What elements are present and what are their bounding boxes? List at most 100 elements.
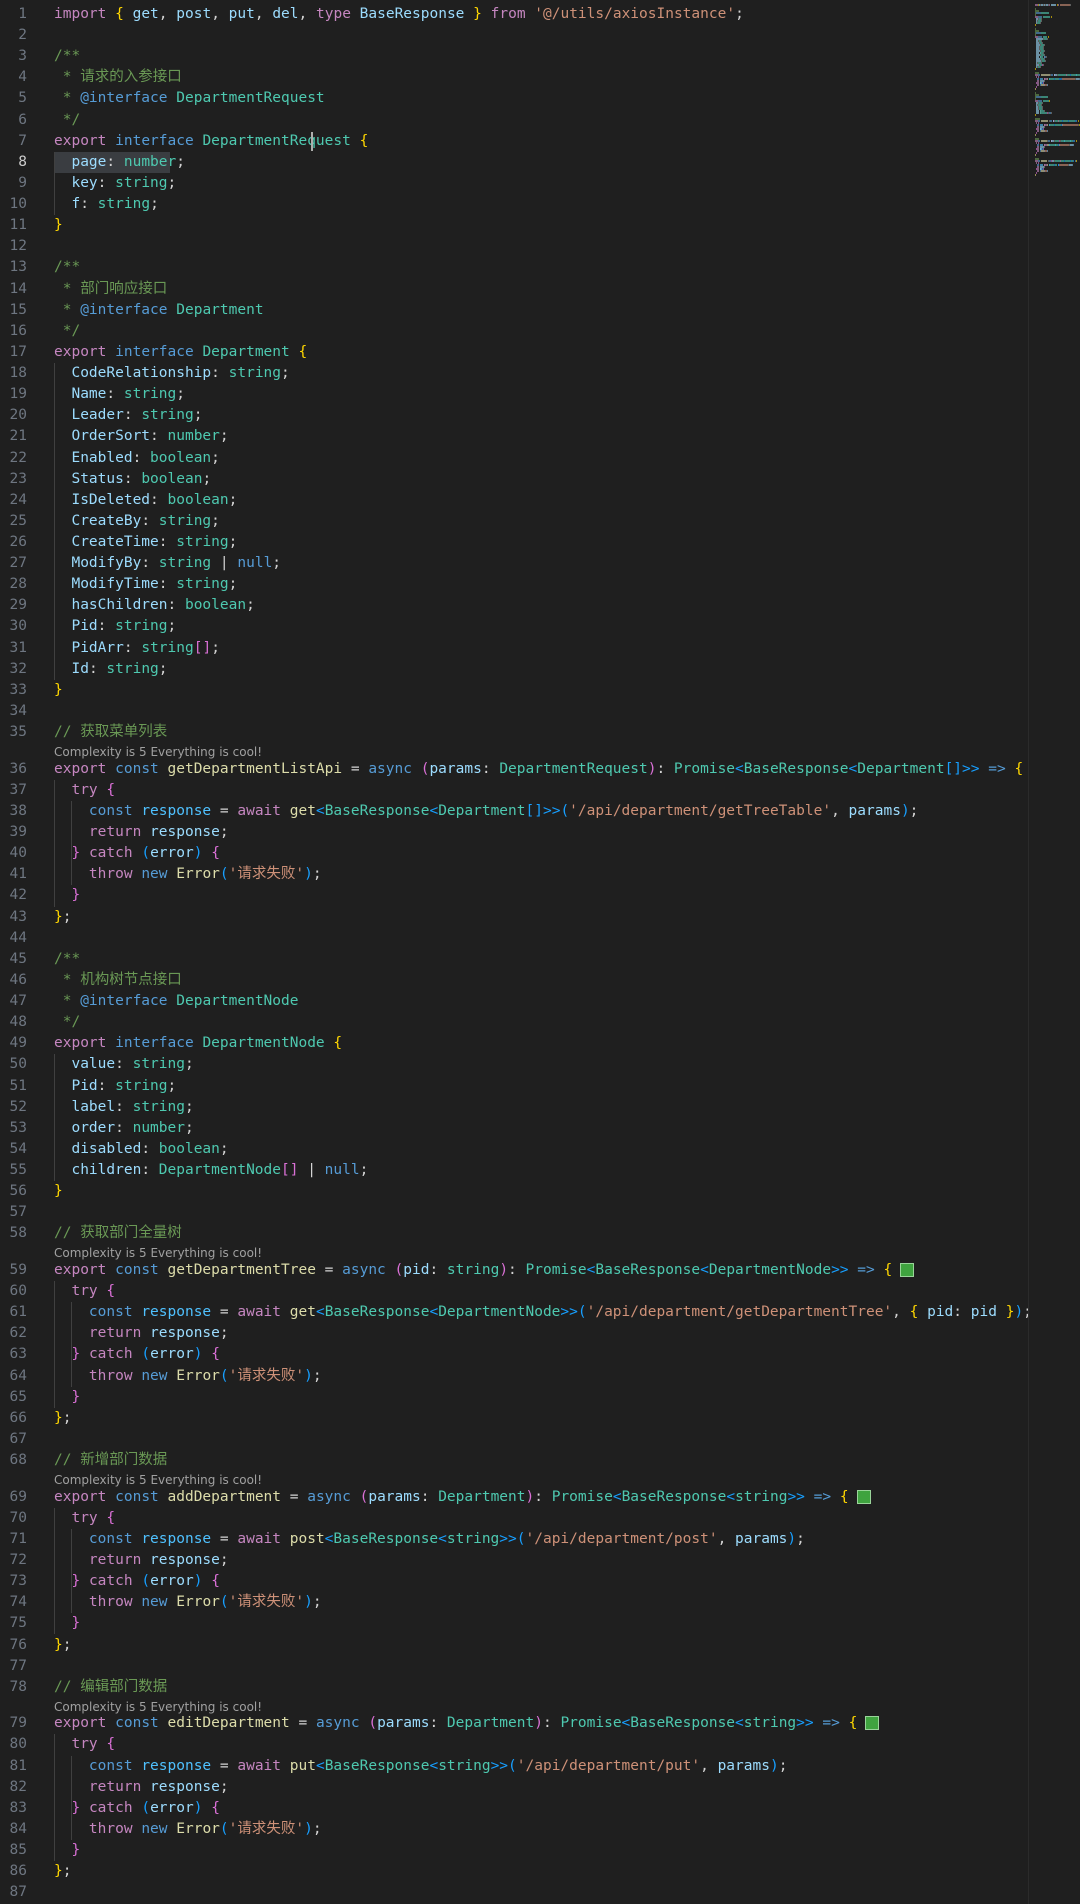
code-line[interactable]: 76}; [0,1635,1028,1656]
code-text[interactable]: export const addDepartment = async (para… [54,1487,849,1508]
code-text[interactable]: * 请求的入参接口 [54,67,182,88]
code-text[interactable]: value: string; [54,1054,193,1075]
code-line[interactable]: 80 try { [0,1734,1028,1755]
code-line[interactable]: 23 Status: boolean; [0,469,1028,490]
code-text[interactable]: Enabled: boolean; [54,448,219,469]
code-line[interactable]: 67 [0,1429,1028,1450]
code-line[interactable]: 3 /** [0,46,1028,67]
code-line[interactable]: 10 f: string; [0,194,1028,215]
code-text[interactable]: /** [54,257,80,278]
code-text[interactable]: } catch (error) { [54,1344,219,1365]
code-line[interactable]: 50 value: string; [0,1054,1028,1075]
code-line[interactable]: 86}; [0,1861,1028,1882]
code-text[interactable]: * @interface Department [54,300,264,321]
code-line[interactable]: 44 [0,928,1028,949]
code-text[interactable]: CreateBy: string; [54,511,219,532]
code-text[interactable]: const response = await post <BaseResponse… [54,1529,805,1550]
code-text[interactable]: return response; [54,822,229,843]
code-line[interactable]: 8 page: number; [0,151,1028,173]
code-line[interactable]: 6 */ [0,110,1028,131]
code-text[interactable]: ModifyTime: string; [54,574,237,595]
code-line[interactable]: 72 return response; [0,1550,1028,1571]
code-line[interactable]: 55 children: DepartmentNode[] | null; [0,1160,1028,1181]
code-line[interactable]: 11} [0,215,1028,236]
code-text[interactable]: CreateTime: string; [54,532,237,553]
code-line[interactable]: 37 try { [0,780,1028,801]
code-line[interactable]: 61 const response = await get<BaseRespon… [0,1302,1028,1323]
code-line[interactable]: 43}; [0,907,1028,928]
code-text[interactable]: const response = await get<BaseResponse<… [54,801,918,822]
code-line[interactable]: 1 import { get, post, put, del, type Base… [0,4,1028,25]
code-line[interactable]: 21 OrderSort: number; [0,426,1028,447]
code-line[interactable]: 69 export const addDepartment = async (pa… [0,1487,1028,1508]
code-line[interactable]: 15 * @interface Department [0,300,1028,321]
complexity-status-icon[interactable] [856,1489,871,1504]
code-text[interactable]: Pid: string; [54,616,176,637]
code-line[interactable]: 82 return response; [0,1777,1028,1798]
code-text[interactable]: }; [54,1635,71,1656]
code-line[interactable]: 13 /** [0,257,1028,278]
code-line[interactable]: 4 * 请求的入参接口 [0,67,1028,88]
code-text[interactable]: }; [54,907,71,928]
code-line[interactable]: 30 Pid: string; [0,616,1028,637]
code-text[interactable]: throw new Error('请求失败'); [54,864,322,885]
code-text[interactable]: }; [54,1408,71,1429]
code-text[interactable]: * @interface DepartmentRequest [54,88,325,109]
code-line[interactable]: 22 Enabled: boolean; [0,448,1028,469]
complexity-status-icon[interactable] [900,1262,915,1277]
code-line[interactable]: 32 Id: string; [0,659,1028,680]
code-line[interactable]: 31 PidArr: string[]; [0,638,1028,659]
code-line[interactable]: 63 } catch (error) { [0,1344,1028,1365]
code-text[interactable]: try { [54,780,115,801]
code-line[interactable]: 25 CreateBy: string; [0,511,1028,532]
code-line[interactable]: 59 export const getDepartmentTree = async… [0,1260,1028,1281]
code-text[interactable]: throw new Error('请求失败'); [54,1592,322,1613]
code-text[interactable]: }; [54,1861,71,1882]
code-line[interactable]: 18 CodeRelationship: string; [0,363,1028,384]
code-line[interactable]: 54 disabled: boolean; [0,1139,1028,1160]
code-line[interactable]: 65 } [0,1387,1028,1408]
code-text[interactable]: // 新增部门数据 [54,1450,167,1471]
code-line[interactable]: 57 [0,1202,1028,1223]
code-line[interactable]: 9 key: string; [0,173,1028,194]
code-line[interactable]: 71 const response = await post <BaseRespo… [0,1529,1028,1550]
code-line[interactable]: 78 // 编辑部门数据 [0,1677,1028,1698]
code-text[interactable]: return response; [54,1550,229,1571]
code-line[interactable]: 5 * @interface DepartmentRequest [0,88,1028,109]
code-text[interactable]: } [54,1387,80,1408]
code-line[interactable]: 33} [0,680,1028,701]
code-text[interactable]: return response; [54,1323,229,1344]
code-text[interactable]: /** [54,46,80,67]
code-text[interactable]: export const getDepartmentListApi = asyn… [54,759,1023,780]
code-line[interactable]: 51 Pid: string; [0,1076,1028,1097]
code-line[interactable]: 87 [0,1882,1028,1903]
code-text[interactable]: * 部门响应接口 [54,279,167,300]
code-line[interactable]: 52 label: string; [0,1097,1028,1118]
code-line[interactable]: 42 } [0,885,1028,906]
code-text[interactable]: CodeRelationship: string; [54,363,289,384]
code-line[interactable]: 34 [0,701,1028,722]
code-text[interactable]: label: string; [54,1097,193,1118]
code-line[interactable]: 19 Name: string; [0,384,1028,405]
code-line[interactable]: 38 const response = await get<BaseRespon… [0,801,1028,822]
code-line[interactable]: 35 // 获取菜单列表 [0,722,1028,743]
code-text[interactable]: ModifyBy: string | null; [54,553,281,574]
code-text[interactable]: throw new Error('请求失败'); [54,1366,322,1387]
code-line[interactable]: 40 } catch (error) { [0,843,1028,864]
code-line[interactable]: 45 /** [0,949,1028,970]
code-line[interactable]: 85 } [0,1840,1028,1861]
code-text[interactable]: IsDeleted: boolean; [54,490,237,511]
code-text[interactable]: // 获取部门全量树 [54,1223,182,1244]
code-text[interactable]: } [54,1840,80,1861]
code-line[interactable]: 81 const response = await put<BaseRespon… [0,1756,1028,1777]
code-line[interactable]: 75 } [0,1613,1028,1634]
code-line[interactable]: 79 export const editDepartment = async (p… [0,1713,1028,1734]
code-line[interactable]: 48 */ [0,1012,1028,1033]
code-line[interactable]: 53 order: number; [0,1118,1028,1139]
code-text[interactable]: } catch (error) { [54,1571,219,1592]
code-text[interactable]: export interface Department { [54,342,307,363]
code-text[interactable]: */ [54,1012,80,1033]
code-text[interactable]: try { [54,1734,115,1755]
code-text[interactable]: } catch (error) { [54,1798,219,1819]
complexity-status-icon[interactable] [865,1716,880,1731]
